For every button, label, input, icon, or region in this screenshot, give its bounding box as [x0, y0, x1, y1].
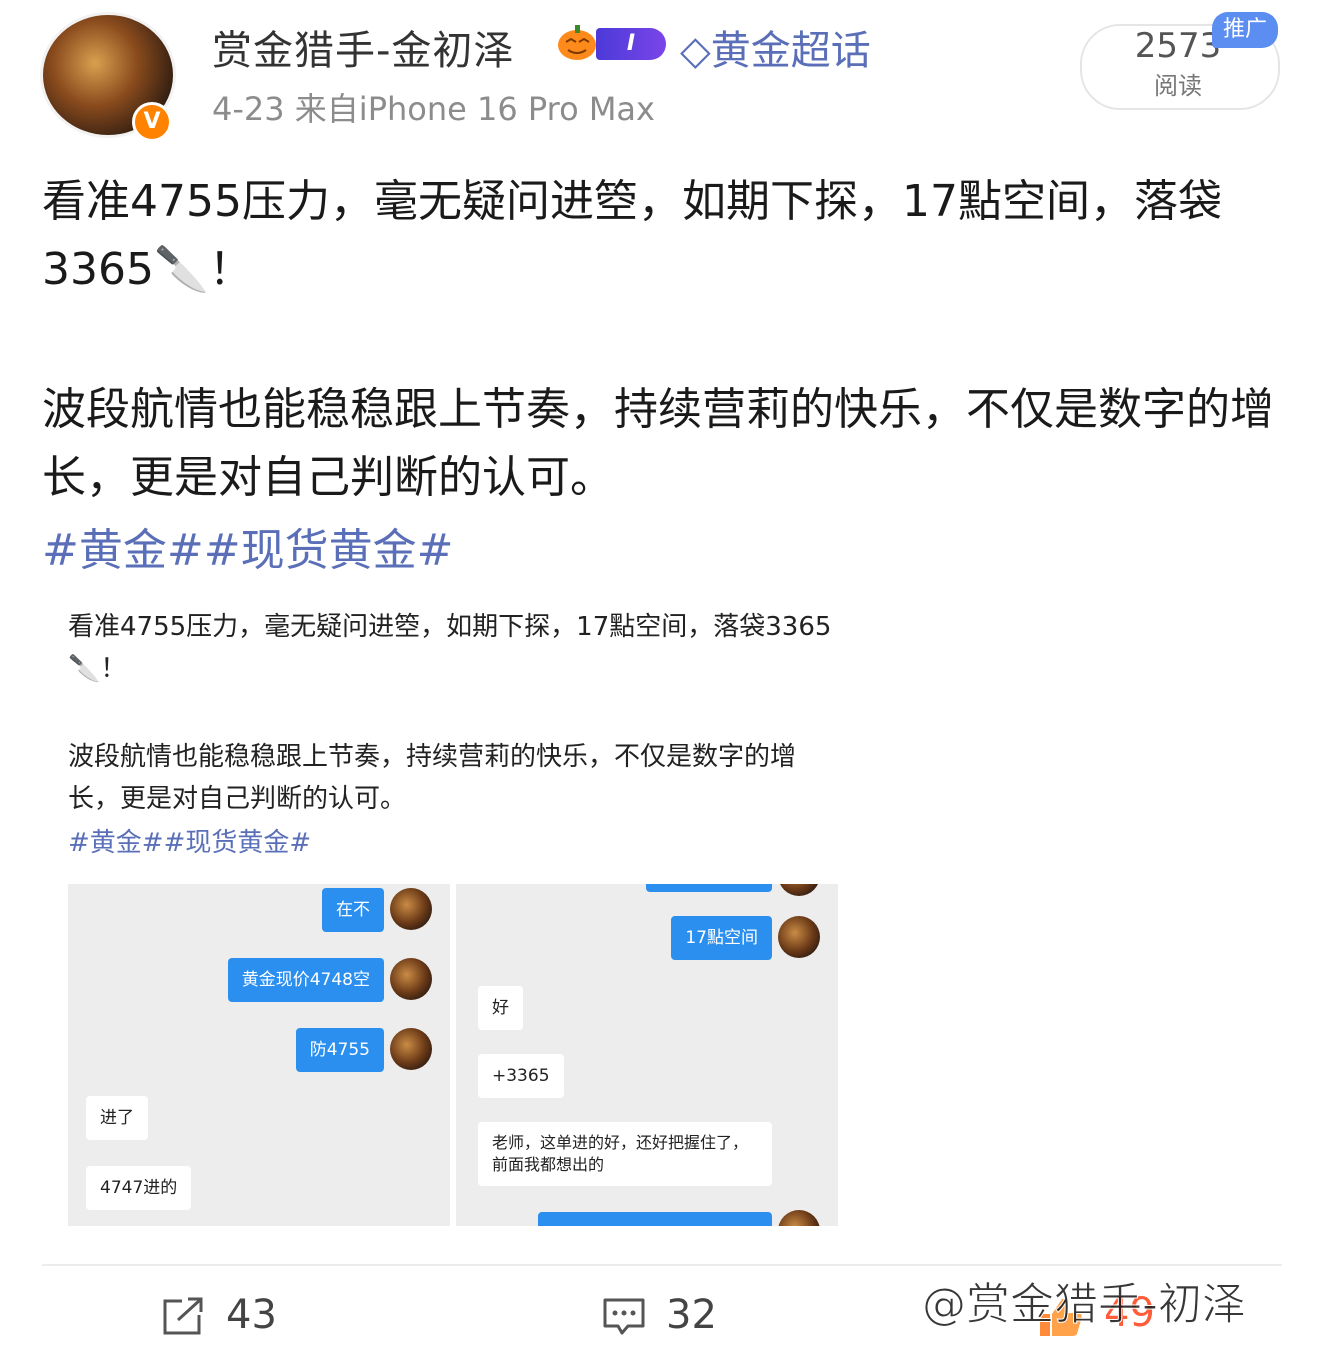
watermark: @赏金猎手-初泽 — [922, 1279, 1247, 1331]
post-hashtags[interactable]: #黄金##现货黄金# — [42, 514, 453, 578]
chat-panel-right: 17點空间 好 +3365 老师，这单进的好，还好把握住了，前面我都想出的 — [456, 884, 838, 1226]
chat-bubble-out: 黄金现价4748空 — [227, 958, 384, 1002]
chat-bubble-in: 4747进的 — [86, 1166, 192, 1210]
chat-bubble-out: 防4755 — [295, 1028, 384, 1072]
divider — [42, 1264, 1282, 1266]
read-label: 阅读 — [1154, 72, 1202, 100]
image-paragraph-1: 看准4755压力，毫无疑问进箜，如期下探，17點空间，落袋3365🔪！ — [68, 612, 832, 684]
chat-avatar — [390, 958, 432, 1000]
username[interactable]: 赏金猎手-金初泽 — [212, 18, 514, 76]
chat-bubble-in: 好 — [478, 986, 523, 1030]
share-count[interactable]: 43 — [226, 1292, 277, 1338]
promo-badge[interactable]: 推广 — [1212, 12, 1278, 48]
chat-avatar — [778, 1210, 820, 1226]
chat-bubble-in: 进了 — [86, 1096, 148, 1140]
comment-count[interactable]: 32 — [666, 1292, 717, 1338]
comment-icon[interactable] — [602, 1296, 646, 1336]
chat-avatar — [390, 1028, 432, 1070]
chat-avatar — [390, 888, 432, 930]
image-paragraph-2: 波段航情也能稳稳跟上节奏，持续营莉的快乐，不仅是数字的增长，更是对自己判断的认可… — [68, 742, 797, 814]
post-paragraph-1: 看准4755压力，毫无疑问进箜，如期下探，17點空间，落袋3365🔪！ — [42, 176, 1222, 295]
verified-icon: V — [132, 102, 172, 142]
level-badge[interactable]: I — [596, 28, 666, 60]
chat-panel-left: 在不 黄金现价4748空 防4755 进了 4747进的 — [68, 884, 450, 1226]
chat-bubble-in: +3365 — [478, 1054, 564, 1098]
post-meta: 4-23 来自iPhone 16 Pro Max — [212, 90, 655, 128]
chat-avatar — [778, 916, 820, 958]
post-paragraph-2: 波段航情也能稳稳跟上节奏，持续营莉的快乐，不仅是数字的增长，更是对自己判断的认可… — [42, 384, 1274, 503]
pumpkin-icon — [558, 25, 596, 60]
chat-bubble-out: 在不 — [322, 888, 384, 932]
chat-bubble-out-cropped — [538, 1212, 772, 1226]
chat-bubble-in: 老师，这单进的好，还好把握住了，前面我都想出的 — [478, 1122, 772, 1186]
share-icon[interactable] — [162, 1296, 206, 1336]
chat-avatar — [778, 884, 820, 896]
chat-bubble-out-cropped — [646, 884, 772, 892]
chat-bubble-out: 17點空间 — [671, 916, 772, 960]
level-badge-label: I — [626, 31, 636, 56]
image-hashtags: #黄金##现货黄金# — [68, 828, 312, 858]
super-topic-link[interactable]: ◇黄金超话 — [680, 18, 871, 76]
